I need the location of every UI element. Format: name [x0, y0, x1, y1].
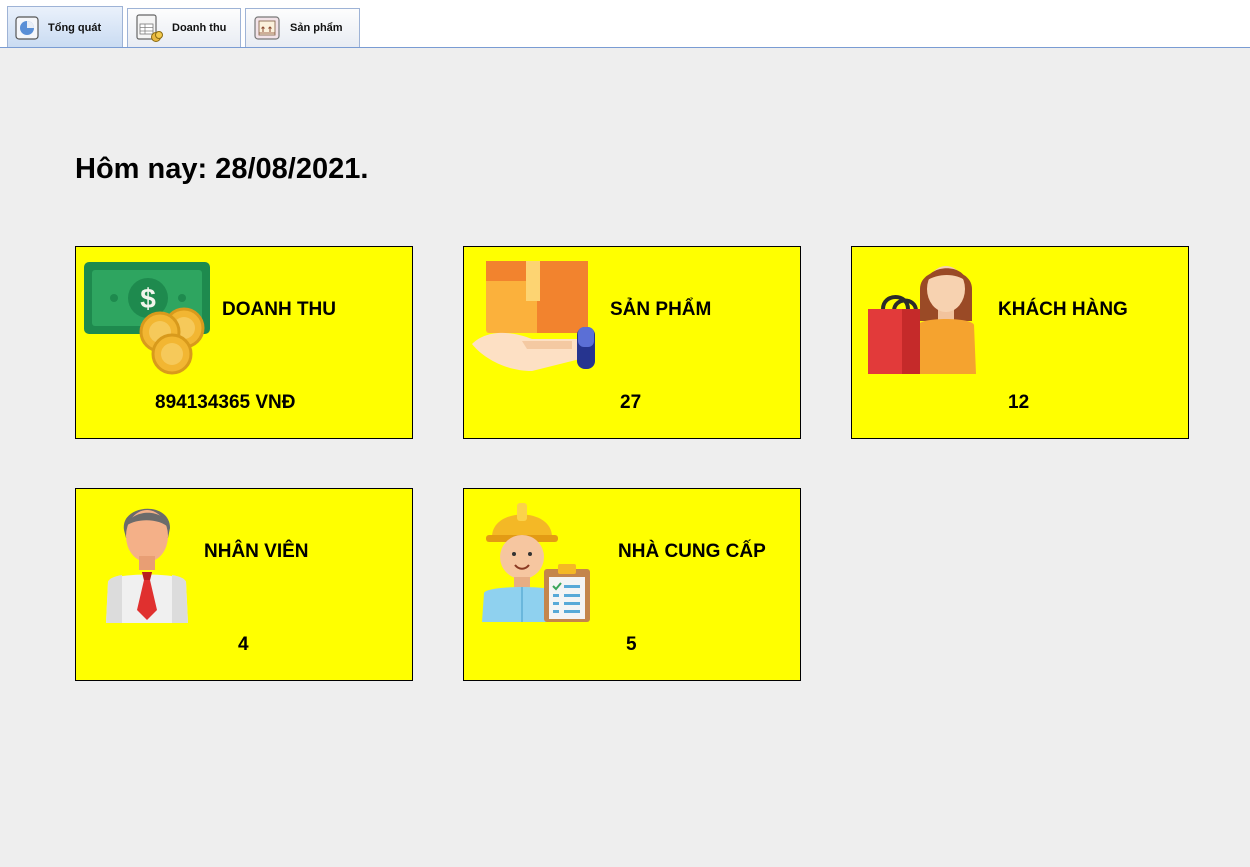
tab-revenue[interactable]: Doanh thu: [127, 8, 241, 47]
employees-value: 4: [238, 634, 249, 655]
suppliers-value: 5: [626, 634, 637, 655]
today-date-heading: Hôm nay: 28/08/2021.: [75, 153, 369, 185]
money-coins-icon: $: [84, 262, 210, 375]
customers-title: KHÁCH HÀNG: [998, 299, 1128, 320]
pie-chart-icon: [15, 15, 39, 40]
tab-revenue-label: Doanh thu: [172, 22, 227, 34]
suppliers-title: NHÀ CUNG CẤP: [618, 541, 766, 562]
box-icon: [254, 16, 280, 40]
tab-products[interactable]: Sản phẩm: [245, 8, 360, 47]
tab-bar: Tổng quát Doanh thu Sản phẩm: [0, 0, 1250, 48]
revenue-value: 894134365 VNĐ: [155, 392, 296, 413]
box-in-hand-icon: [472, 261, 595, 371]
tab-overview-label: Tổng quát: [48, 21, 102, 34]
worker-clipboard-icon: [482, 503, 590, 622]
spreadsheet-coin-icon: [136, 14, 163, 42]
suppliers-card[interactable]: NHÀ CUNG CẤP 5: [463, 488, 801, 681]
customers-value: 12: [1008, 392, 1030, 413]
svg-text:$: $: [140, 283, 156, 314]
employees-title: NHÂN VIÊN: [204, 541, 309, 562]
businessman-icon: [106, 508, 188, 623]
tab-products-label: Sản phẩm: [290, 22, 343, 34]
products-title: SẢN PHẨM: [610, 299, 712, 320]
customers-card[interactable]: KHÁCH HÀNG 12: [851, 246, 1189, 439]
employees-card[interactable]: NHÂN VIÊN 4: [75, 488, 413, 681]
products-card[interactable]: SẢN PHẨM 27: [463, 246, 801, 439]
revenue-card[interactable]: $ DOANH THU 894134365 VNĐ: [75, 246, 413, 439]
products-value: 27: [620, 392, 642, 413]
shopper-woman-icon: [868, 266, 976, 374]
revenue-title: DOANH THU: [222, 299, 336, 320]
tab-overview[interactable]: Tổng quát: [7, 6, 123, 48]
